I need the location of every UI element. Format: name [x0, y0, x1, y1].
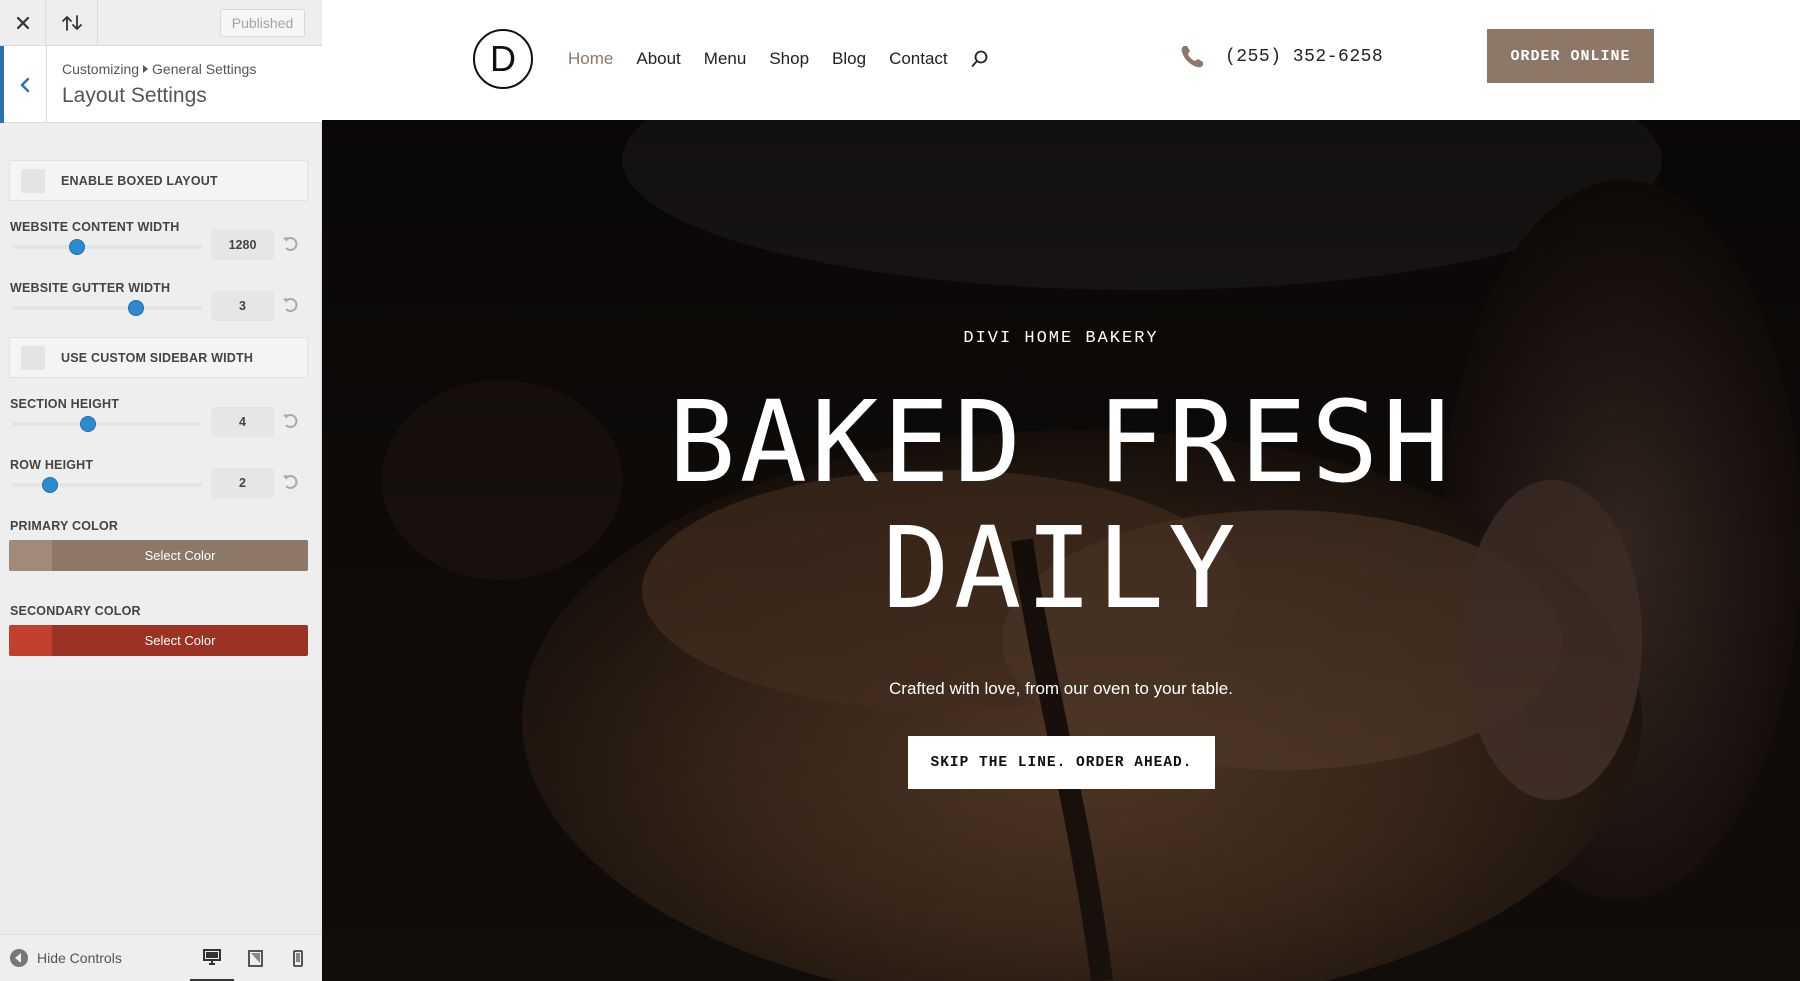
secondary-color-button[interactable]: Select Color [9, 625, 308, 656]
nav-item-menu[interactable]: Menu [704, 49, 747, 69]
logo-letter: D [490, 38, 516, 79]
panel-header: Customizing General Settings Layout Sett… [0, 46, 322, 123]
desktop-icon [203, 949, 221, 965]
primary-color-button[interactable]: Select Color [9, 540, 308, 571]
content-width-reset-undo-icon[interactable] [282, 235, 300, 253]
mobile-icon [293, 950, 303, 967]
preview-tablet-button[interactable] [233, 935, 277, 981]
row-height-reset-undo-icon[interactable] [282, 473, 300, 491]
nav-item-blog[interactable]: Blog [832, 49, 866, 69]
nav-item-about[interactable]: About [636, 49, 680, 69]
gutter-width-slider-handle[interactable] [127, 300, 144, 316]
breadcrumb-section: General Settings [152, 61, 257, 77]
row-height-label: ROW HEIGHT [10, 458, 94, 472]
breadcrumb: Customizing General Settings [62, 61, 256, 77]
close-icon [16, 16, 29, 30]
phone-contact: (255) 352-6258 [1179, 44, 1383, 70]
search-icon[interactable] [971, 50, 989, 68]
custom-sidebar-toggle[interactable]: USE CUSTOM SIDEBAR WIDTH [9, 337, 308, 378]
section-height-reset-undo-icon[interactable] [282, 412, 300, 430]
sidebar-empty-area [0, 681, 322, 934]
back-button[interactable] [0, 46, 47, 123]
site-logo[interactable]: D [473, 29, 533, 89]
custom-sidebar-checkbox[interactable] [21, 346, 45, 370]
breadcrumb-root: Customizing [62, 61, 140, 77]
primary-color-button-label: Select Color [144, 548, 216, 563]
customizer-sidebar: Published Customizing General Settings L… [0, 0, 322, 981]
section-height-label: SECTION HEIGHT [10, 397, 120, 411]
customizer-topbar: Published [0, 0, 322, 46]
secondary-color-label: SECONDARY COLOR [10, 604, 141, 618]
arrows-updown-icon [61, 15, 82, 31]
hero-title-line-1: BAKED FRESH [668, 378, 1454, 508]
nav-item-contact[interactable]: Contact [889, 49, 948, 69]
tablet-icon [247, 950, 263, 967]
boxed-layout-checkbox[interactable] [21, 169, 45, 193]
phone-icon [1181, 46, 1203, 68]
chevron-left-icon [20, 77, 30, 92]
nav-item-shop[interactable]: Shop [769, 49, 809, 69]
order-online-button[interactable]: ORDER ONLINE [1487, 29, 1654, 83]
gutter-width-reset-undo-icon[interactable] [282, 296, 300, 314]
content-width-slider[interactable] [12, 239, 202, 255]
row-height-slider[interactable] [12, 477, 202, 493]
preview-mobile-button[interactable] [276, 935, 320, 981]
gutter-width-slider[interactable] [12, 300, 202, 316]
secondary-color-button-label: Select Color [144, 633, 216, 648]
nav-item-home[interactable]: Home [568, 49, 613, 69]
customizer-footer: Hide Controls [0, 934, 322, 981]
site-preview: D Home About Menu Shop Blog Contact (255… [322, 0, 1800, 981]
published-button[interactable]: Published [220, 9, 305, 37]
hero-section: DIVI HOME BAKERY BAKED FRESH DAILY Craft… [322, 120, 1800, 981]
section-height-slider[interactable] [12, 416, 202, 432]
secondary-color-swatch [9, 625, 52, 656]
primary-color-label: PRIMARY COLOR [10, 519, 119, 533]
preview-desktop-button[interactable] [190, 935, 234, 981]
hero-title: BAKED FRESH DAILY [522, 380, 1600, 632]
hero-subtitle: Crafted with love, from our oven to your… [889, 679, 1233, 698]
phone-number[interactable]: (255) 352-6258 [1225, 47, 1383, 67]
boxed-layout-toggle[interactable]: ENABLE BOXED LAYOUT [9, 160, 308, 201]
section-height-slider-handle[interactable] [80, 416, 96, 432]
hero-kicker: DIVI HOME BAKERY [963, 329, 1159, 348]
hero-cta-button[interactable]: SKIP THE LINE. ORDER AHEAD. [908, 736, 1215, 789]
site-header: D Home About Menu Shop Blog Contact (255… [322, 0, 1800, 120]
panel-title: Layout Settings [62, 84, 207, 107]
section-height-input[interactable]: 4 [211, 407, 274, 437]
hide-controls-label: Hide Controls [37, 950, 122, 966]
gutter-width-input[interactable]: 3 [211, 291, 274, 321]
row-height-slider-handle[interactable] [42, 477, 58, 493]
content-width-label: WEBSITE CONTENT WIDTH [10, 220, 180, 234]
gutter-width-label: WEBSITE GUTTER WIDTH [10, 281, 171, 295]
reorder-button[interactable] [46, 0, 98, 46]
hide-controls-button[interactable]: Hide Controls [10, 949, 122, 967]
hero-title-line-2: DAILY [882, 504, 1240, 634]
breadcrumb-separator-icon [143, 65, 149, 73]
main-nav: Home About Menu Shop Blog Contact [568, 49, 989, 69]
primary-color-swatch [9, 540, 52, 571]
custom-sidebar-label: USE CUSTOM SIDEBAR WIDTH [61, 351, 254, 365]
content-width-slider-handle[interactable] [68, 239, 85, 255]
content-width-input[interactable]: 1280 [211, 230, 274, 260]
boxed-layout-label: ENABLE BOXED LAYOUT [61, 174, 218, 188]
row-height-input[interactable]: 2 [211, 468, 274, 498]
close-customizer-button[interactable] [0, 0, 46, 46]
collapse-arrow-icon [10, 949, 28, 967]
